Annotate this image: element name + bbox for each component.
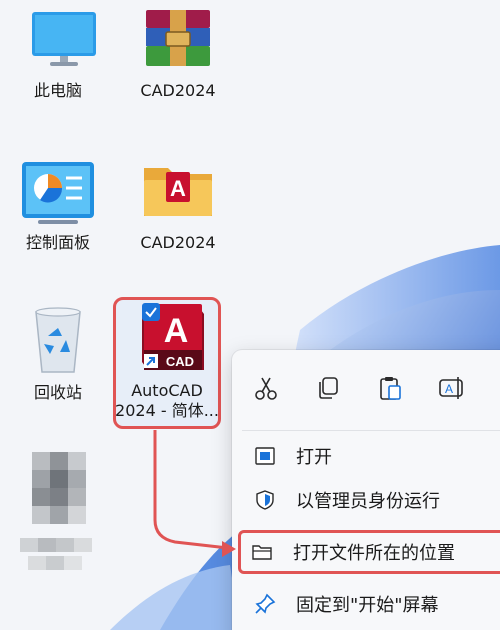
- pixelated-icon: [20, 452, 92, 570]
- desktop-icon-this-pc[interactable]: 此电脑: [8, 6, 108, 106]
- menu-item-open-file-location[interactable]: 打开文件所在的位置: [238, 530, 500, 574]
- app-window-icon: [255, 447, 275, 465]
- autocad-badge-text: CAD: [166, 354, 194, 369]
- menu-item-label: 固定到"开始"屏幕: [296, 595, 439, 616]
- desktop-icon-recycle-bin[interactable]: 回收站: [8, 306, 108, 406]
- recycle-bin-icon: [35, 307, 81, 373]
- svg-text:A: A: [445, 382, 453, 396]
- autocad-logo-letter: A: [164, 312, 189, 350]
- menu-item-label: 以管理员身份运行: [296, 491, 440, 512]
- check-icon: [145, 307, 157, 318]
- svg-text:A: A: [170, 176, 186, 201]
- folder-icon: [252, 545, 272, 560]
- cut-icon: [255, 377, 277, 400]
- desktop-icon-label: CAD2024: [140, 233, 216, 252]
- selection-checkbox[interactable]: [142, 303, 160, 321]
- menu-item-run-as-admin[interactable]: 以管理员身份运行: [240, 478, 500, 522]
- pin-icon: [255, 593, 276, 614]
- folder-autocad-icon: A: [144, 168, 212, 216]
- desktop-icon-control-panel[interactable]: 控制面板: [8, 158, 108, 258]
- cut-button[interactable]: [246, 368, 286, 408]
- desktop-icon-label: AutoCAD 2024 - 简体...: [113, 381, 221, 421]
- rename-icon: A: [439, 377, 463, 399]
- copy-button[interactable]: [308, 368, 348, 408]
- desktop-icon-cad2024-folder[interactable]: A CAD2024: [128, 158, 228, 258]
- winrar-archive-icon: [146, 10, 210, 66]
- autocad-label-line1: AutoCAD: [131, 381, 203, 400]
- menu-item-pin-to-start[interactable]: 固定到"开始"屏幕: [240, 582, 500, 626]
- copy-icon: [319, 377, 338, 399]
- menu-item-open[interactable]: 打开: [240, 434, 500, 478]
- menu-item-label: 打开: [296, 447, 332, 468]
- paste-button[interactable]: [370, 368, 410, 408]
- menu-separator: [242, 430, 500, 431]
- desktop-icon-cad2024-archive[interactable]: CAD2024: [128, 6, 228, 106]
- menu-item-label: 打开文件所在的位置: [293, 543, 455, 564]
- desktop: 此电脑 CAD2024 控制面板 A CAD2024 回收站 A CAD Aut…: [0, 0, 500, 630]
- desktop-icon-label: 回收站: [33, 383, 82, 402]
- context-menu-toolbar: A: [232, 368, 500, 412]
- desktop-icon-label: CAD2024: [140, 81, 216, 100]
- desktop-icon-label: 此电脑: [33, 81, 82, 100]
- rename-button[interactable]: A: [432, 368, 472, 408]
- control-panel-icon: [22, 162, 94, 224]
- monitor-icon: [32, 12, 96, 66]
- shield-icon: [256, 490, 274, 510]
- autocad-label-line2: 2024 - 简体...: [115, 401, 219, 420]
- desktop-icon-label: 控制面板: [25, 233, 90, 252]
- paste-icon: [380, 377, 401, 400]
